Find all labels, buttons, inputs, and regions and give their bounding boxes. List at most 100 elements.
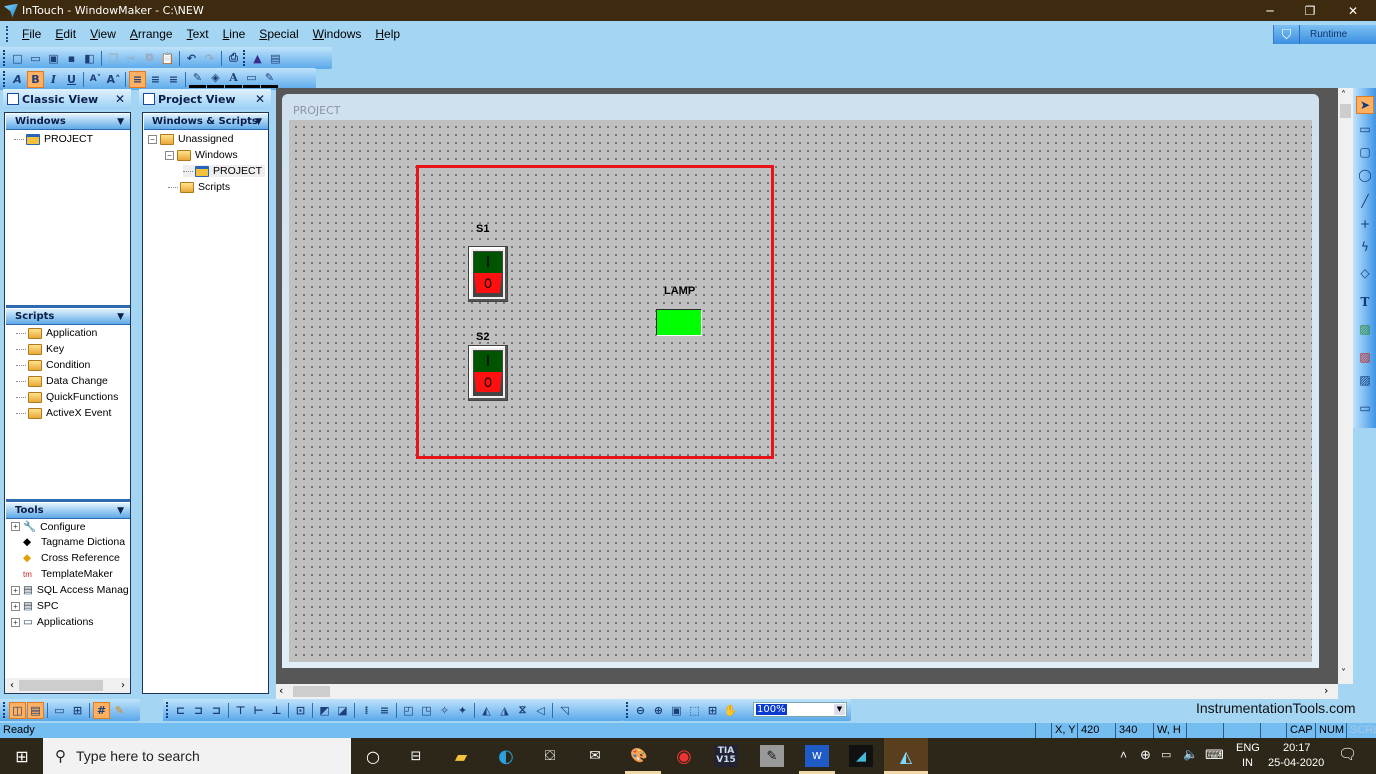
- align-bottom-icon[interactable]: ⊥: [268, 702, 285, 719]
- tool-applications[interactable]: + ▭ Applications: [11, 616, 94, 628]
- space-horizontal-icon[interactable]: ⁞: [358, 702, 375, 719]
- cut-icon[interactable]: ✂: [123, 50, 140, 67]
- switch-s1[interactable]: I 0: [468, 246, 508, 302]
- battery-icon[interactable]: ▭: [1161, 748, 1171, 761]
- align-middle-icon[interactable]: ⊢: [250, 702, 267, 719]
- zoom-selection-icon[interactable]: ⬚: [686, 702, 703, 719]
- classic-view-hscrollbar[interactable]: ‹ ›: [5, 678, 130, 693]
- align-centers-icon[interactable]: ⊡: [292, 702, 309, 719]
- fill-color-icon[interactable]: ◈: [207, 71, 224, 88]
- menu-special[interactable]: Special: [252, 27, 305, 41]
- cortana-icon[interactable]: ○: [361, 745, 385, 767]
- edge-icon[interactable]: ◐: [494, 745, 518, 767]
- select-pointer-icon[interactable]: ➤: [1356, 96, 1374, 114]
- expand-icon[interactable]: +: [11, 601, 20, 611]
- scroll-down-icon[interactable]: ˅: [1341, 668, 1346, 679]
- app-icon[interactable]: ✎: [760, 745, 784, 767]
- zoom-fit-icon[interactable]: ▣: [668, 702, 685, 719]
- expand-icon[interactable]: +: [11, 617, 20, 627]
- rectangle-icon[interactable]: ▭: [1356, 120, 1374, 138]
- volume-icon[interactable]: 🔈: [1183, 747, 1198, 761]
- space-vertical-icon[interactable]: ≡: [376, 702, 393, 719]
- tool-spc[interactable]: + ▤ SPC: [11, 600, 59, 612]
- break-cell-icon[interactable]: ✦: [454, 702, 471, 719]
- section-divider[interactable]: [6, 305, 130, 308]
- intouch-runtime-icon[interactable]: ◢: [849, 745, 873, 767]
- toolbar-grip[interactable]: [166, 702, 168, 718]
- pan-hand-icon[interactable]: ✋: [722, 702, 739, 719]
- make-symbol-icon[interactable]: ◰: [400, 702, 417, 719]
- window-color-icon[interactable]: ▭: [243, 71, 260, 88]
- expand-icon[interactable]: +: [11, 585, 20, 595]
- scroll-thumb[interactable]: [19, 680, 103, 691]
- switch-s2-off[interactable]: 0: [474, 372, 502, 392]
- close-classic-view-button[interactable]: ✕: [115, 92, 125, 106]
- bring-to-front-icon[interactable]: ◪: [334, 702, 351, 719]
- save-all-icon[interactable]: ◧: [81, 50, 98, 67]
- menu-file[interactable]: File: [15, 27, 48, 41]
- mail-icon[interactable]: ✉: [583, 745, 607, 767]
- open-window-icon[interactable]: ▭: [27, 50, 44, 67]
- align-center-icon[interactable]: ≡: [147, 71, 164, 88]
- make-cell-icon[interactable]: ✧: [436, 702, 453, 719]
- close-button[interactable]: ✕: [1330, 0, 1376, 21]
- undo-icon[interactable]: ↶: [183, 50, 200, 67]
- menu-line[interactable]: Line: [216, 27, 253, 41]
- scroll-up-icon[interactable]: ˄: [1341, 90, 1346, 101]
- switch-s1-off[interactable]: 0: [474, 273, 502, 293]
- collapse-icon[interactable]: −: [148, 134, 157, 144]
- classic-view-toggle-icon[interactable]: ◫: [9, 701, 26, 719]
- tool-templatemaker[interactable]: tm TemplateMaker: [23, 568, 113, 580]
- clock-time[interactable]: 20:17: [1283, 742, 1311, 754]
- rotate-clockwise-icon[interactable]: ◭: [478, 702, 495, 719]
- text-icon[interactable]: T: [1356, 293, 1374, 311]
- language-in[interactable]: IN: [1242, 757, 1253, 769]
- windows-section-header[interactable]: Windows ▼: [6, 114, 130, 130]
- zoom-level-select[interactable]: 100% ▼: [753, 702, 847, 717]
- tool-sql-access-manager[interactable]: + ▤ SQL Access Manag: [11, 584, 129, 596]
- scroll-right-icon[interactable]: ›: [116, 680, 130, 691]
- task-view-icon[interactable]: ⊟: [404, 745, 428, 767]
- historical-trend-icon[interactable]: ▨: [1356, 371, 1374, 389]
- font-icon[interactable]: A: [9, 71, 26, 88]
- line-style-icon[interactable]: ✎: [261, 71, 278, 88]
- wizard-icon[interactable]: ▲: [249, 50, 266, 67]
- save-icon[interactable]: ▪: [63, 50, 80, 67]
- line-icon[interactable]: ╱: [1356, 192, 1374, 210]
- tree-window-project[interactable]: PROJECT: [183, 165, 266, 177]
- polygon-icon[interactable]: ◇: [1356, 264, 1374, 282]
- chevron-down-icon[interactable]: ▼: [834, 704, 845, 715]
- tia-portal-icon[interactable]: TIA V15: [714, 745, 738, 767]
- s2-label[interactable]: S2: [476, 331, 489, 343]
- windows-scripts-section-header[interactable]: Windows & Scripts ▼: [144, 114, 268, 130]
- windowmaker-icon[interactable]: ◭: [894, 745, 918, 767]
- grid-icon[interactable]: #: [93, 701, 110, 719]
- align-center-objects-icon[interactable]: ⊐: [190, 702, 207, 719]
- tool-cross-reference[interactable]: ◆ Cross Reference: [23, 552, 120, 564]
- font-larger-icon[interactable]: A˄: [105, 71, 122, 88]
- script-quickfunctions[interactable]: QuickFunctions: [16, 391, 118, 403]
- runtime-button[interactable]: ⛉ Runtime: [1273, 25, 1376, 44]
- s1-label[interactable]: S1: [476, 223, 489, 235]
- ellipse-icon[interactable]: ◯: [1356, 166, 1374, 184]
- hv-line-icon[interactable]: +: [1356, 215, 1374, 233]
- full-screen-icon[interactable]: ▭: [51, 702, 68, 719]
- send-to-back-icon[interactable]: ◩: [316, 702, 333, 719]
- tree-unassigned[interactable]: − Unassigned: [148, 133, 233, 145]
- align-right-objects-icon[interactable]: ⊐: [208, 702, 225, 719]
- scroll-left-icon[interactable]: ‹: [5, 680, 19, 691]
- tree-windows[interactable]: − Windows: [165, 149, 238, 161]
- section-divider[interactable]: [6, 499, 130, 502]
- toolbar-grip[interactable]: [3, 71, 5, 87]
- taskbar-search-box[interactable]: ⚲ Type here to search: [43, 738, 351, 774]
- clock-date[interactable]: 25-04-2020: [1268, 757, 1324, 769]
- button-icon[interactable]: ▭: [1356, 399, 1374, 417]
- switch-s2[interactable]: I 0: [468, 345, 508, 401]
- script-key[interactable]: Key: [16, 343, 64, 355]
- tree-scripts[interactable]: Scripts: [168, 181, 230, 193]
- redo-icon[interactable]: ↷: [201, 50, 218, 67]
- classic-window-project[interactable]: PROJECT: [14, 133, 93, 145]
- line-color-icon[interactable]: ✎: [189, 71, 206, 88]
- script-data-change[interactable]: Data Change: [16, 375, 108, 387]
- window-properties-icon[interactable]: ▤: [267, 50, 284, 67]
